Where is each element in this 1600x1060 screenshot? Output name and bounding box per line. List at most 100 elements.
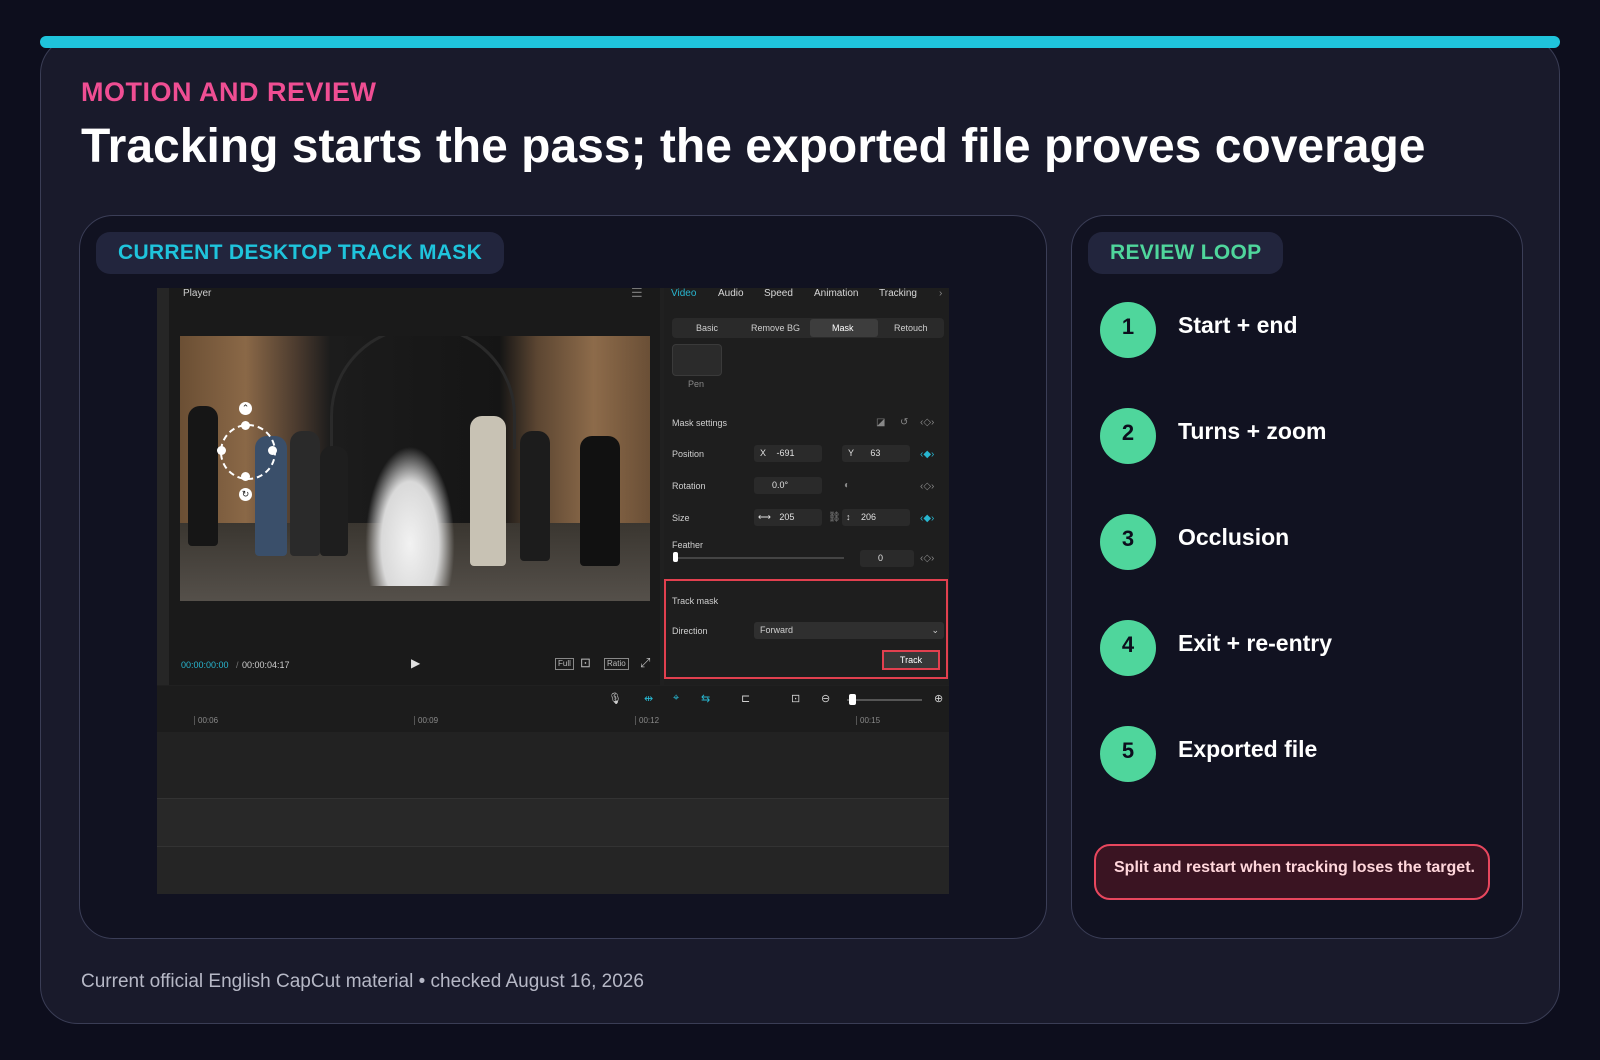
link-icon[interactable]: ⇹	[644, 692, 653, 705]
direction-select[interactable]: Forward ⌄	[754, 622, 944, 639]
accent-bar	[40, 36, 1560, 48]
play-icon[interactable]: ▶	[411, 656, 420, 670]
chevron-down-icon: ⌄	[931, 625, 939, 635]
subtab-retouch[interactable]: Retouch	[894, 323, 928, 333]
step-label: Start + end	[1178, 312, 1298, 338]
position-x-value: -691	[776, 448, 795, 458]
source-footer: Current official English CapCut material…	[81, 971, 644, 992]
video-person	[188, 406, 218, 546]
review-loop-card: REVIEW LOOP 1 Start + end 2 Turns + zoom…	[1071, 215, 1523, 939]
inspector-panel: Video Audio Speed Animation Tracking › B…	[664, 288, 949, 685]
mask-knob[interactable]	[241, 421, 250, 430]
ruler-tick: 00:15	[856, 716, 880, 725]
position-y-field[interactable]: Y 63	[842, 445, 910, 462]
preview-axis-icon[interactable]: ⇆	[701, 692, 710, 705]
feather-keyframe-icon[interactable]: ‹◇›	[920, 553, 934, 564]
link-ratio-icon[interactable]: ⛓	[828, 512, 841, 523]
tab-speed[interactable]: Speed	[764, 288, 793, 299]
feather-slider[interactable]	[676, 557, 844, 559]
rotation-dial-icon[interactable]: ◐	[844, 480, 850, 491]
video-person	[580, 436, 620, 566]
mask-settings-label: Mask settings	[672, 418, 728, 428]
timeline-track[interactable]	[157, 798, 949, 847]
step-number: 4	[1100, 620, 1156, 676]
step-label: Exported file	[1178, 736, 1318, 762]
tab-tracking[interactable]: Tracking	[879, 288, 917, 299]
size-label: Size	[672, 513, 690, 523]
step-number: 2	[1100, 408, 1156, 464]
total-time: 00:00:04:17	[242, 660, 290, 670]
timeline-ruler	[157, 714, 949, 732]
tab-animation[interactable]: Animation	[814, 288, 858, 299]
step-label: Exit + re-entry	[1178, 630, 1333, 656]
warning-callout: Split and restart when tracking loses th…	[1094, 844, 1490, 900]
rotate-handle-icon[interactable]: ↻	[239, 488, 252, 501]
card-label-track-mask: CURRENT DESKTOP TRACK MASK	[96, 232, 505, 274]
fullscreen-icon[interactable]: ⤢	[640, 655, 650, 671]
full-button[interactable]: Full	[555, 658, 574, 670]
snap-icon[interactable]: ⌖	[673, 692, 679, 705]
invert-mask-icon[interactable]: ◪	[876, 417, 885, 428]
mask-knob[interactable]	[241, 472, 250, 481]
subtab-basic[interactable]: Basic	[696, 323, 718, 333]
subtab-mask[interactable]: Mask	[832, 323, 854, 333]
captions-icon[interactable]: ⊡	[791, 692, 800, 705]
eyebrow-label: MOTION AND REVIEW	[81, 77, 377, 107]
track-mask-label: Track mask	[672, 596, 719, 606]
step-label: Occlusion	[1178, 524, 1290, 550]
feather-handle-icon[interactable]: ⌃	[239, 402, 252, 415]
timeline-track[interactable]	[157, 846, 949, 894]
size-width-value: 205	[779, 512, 795, 522]
height-icon: ↕	[846, 512, 851, 522]
zoom-out-icon[interactable]: ⊖	[821, 692, 830, 705]
mask-knob[interactable]	[268, 446, 277, 455]
timeline-zoom-thumb[interactable]	[849, 694, 856, 705]
microphone-icon[interactable]: 🎙	[608, 692, 622, 705]
pen-mask-button[interactable]	[672, 344, 722, 376]
ruler-tick: 00:12	[635, 716, 659, 725]
timeline-track[interactable]	[157, 732, 949, 798]
rotation-keyframe-icon[interactable]: ‹◇›	[920, 481, 934, 492]
video-groom	[470, 416, 506, 566]
position-keyframe-icon[interactable]: ‹◆›	[920, 449, 934, 460]
size-width-field[interactable]: ⟷ 205	[754, 509, 822, 526]
feather-field[interactable]: 0	[860, 550, 914, 567]
mask-knob[interactable]	[217, 446, 226, 455]
rotation-value: 0.0°	[772, 480, 789, 490]
pen-label: Pen	[688, 379, 705, 389]
feather-value: 0	[878, 553, 884, 563]
tab-scroll-right-icon[interactable]: ›	[939, 288, 942, 299]
direction-label: Direction	[672, 626, 708, 636]
split-icon[interactable]: ⊏	[741, 692, 750, 705]
subtab-remove-bg[interactable]: Remove BG	[751, 323, 800, 333]
player-menu-icon[interactable]: ☰	[631, 288, 643, 301]
zoom-in-icon[interactable]: ⊕	[934, 692, 943, 705]
track-mask-card: CURRENT DESKTOP TRACK MASK Player ☰ ⌃ ↻ …	[79, 215, 1047, 939]
reset-icon[interactable]: ↺	[900, 417, 908, 428]
ratio-button[interactable]: Ratio	[604, 658, 629, 670]
feather-label: Feather	[672, 540, 704, 550]
video-person	[320, 446, 348, 556]
current-time: 00:00:00:00	[181, 660, 229, 670]
position-x-field[interactable]: X -691	[754, 445, 822, 462]
feather-slider-thumb[interactable]	[673, 552, 678, 562]
position-y-value: 63	[870, 448, 881, 458]
size-keyframe-icon[interactable]: ‹◆›	[920, 513, 934, 524]
time-separator: /	[236, 660, 239, 670]
step-number: 1	[1100, 302, 1156, 358]
x-label: X	[760, 448, 767, 458]
rotation-field[interactable]: 0.0°	[754, 477, 822, 494]
player-side-strip	[157, 288, 169, 685]
track-button[interactable]: Track	[882, 650, 940, 670]
tab-audio[interactable]: Audio	[718, 288, 744, 299]
video-person	[290, 431, 320, 556]
timeline-zoom-slider[interactable]	[847, 699, 922, 701]
size-height-field[interactable]: ↕ 206	[842, 509, 910, 526]
ruler-tick: 00:09	[414, 716, 438, 725]
tab-video[interactable]: Video	[671, 288, 696, 299]
player-area: Player ☰ ⌃ ↻ 00:00:00:00 / 00:00:04:17 ▶…	[157, 288, 660, 685]
zoom-fit-icon[interactable]: ⊡	[580, 655, 591, 671]
step-number: 5	[1100, 726, 1156, 782]
ruler-tick: 00:06	[194, 716, 218, 725]
keyframe-icon[interactable]: ‹◇›	[920, 417, 934, 428]
